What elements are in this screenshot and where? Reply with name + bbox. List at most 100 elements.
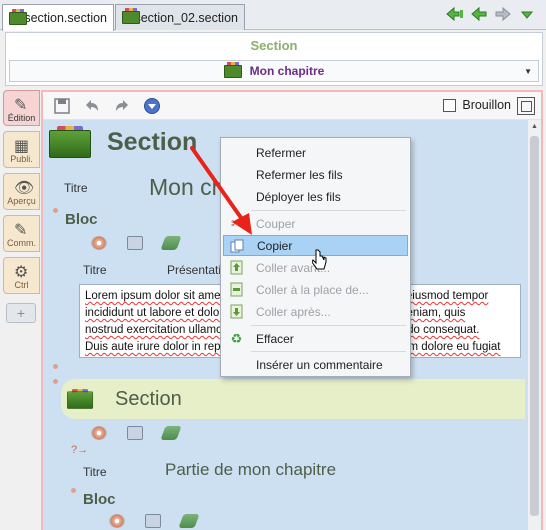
control-icon: ⚙ [14,264,29,281]
folder-icon [9,8,27,25]
back-first-icon[interactable] [446,6,464,22]
menu-item-coller-place[interactable]: Coller à la place de... [223,279,408,300]
document-header: Section Mon chapitre ▼ [5,32,543,86]
mode-sidebar: ✎ Édition ▦ Publi. 👁 Aperçu ✎ Comm. ⚙ Ct… [3,90,41,530]
vertical-scrollbar[interactable]: ▲ [527,120,541,530]
subsection-title-field[interactable]: Partie de mon chapitre [165,460,336,480]
save-icon[interactable] [53,97,71,115]
scrollbar-thumb[interactable] [530,136,539,516]
tree-bullet [53,208,58,213]
editor-toolbar: Brouillon [43,92,541,120]
block-tools [91,236,182,250]
tree-bullet [53,379,58,384]
section-folder-icon [67,389,94,409]
book-icon[interactable] [178,514,200,528]
chapter-select-value: Mon chapitre [249,64,325,78]
menu-item-label: Copier [257,238,293,253]
draft-checkbox[interactable] [443,98,457,112]
tab-bar: section.section section_02.section [0,0,546,31]
section-heading: Section [49,126,197,158]
scroll-up-icon[interactable]: ▲ [531,123,538,130]
tab-label: section.section [24,11,107,25]
scissors-icon: ✂ [231,216,242,231]
tab-section-02[interactable]: section_02.section [115,4,245,30]
subsection-heading: Section [61,379,525,419]
comment-icon: ✎ [14,222,28,239]
validate-icon[interactable] [143,97,161,115]
undo-icon[interactable] [83,97,101,115]
block-title-label: Titre [83,263,107,277]
sidebar-item-controle[interactable]: ⚙ Ctrl [3,257,40,294]
screen-icon[interactable] [145,514,161,528]
tree-bullet [53,364,58,369]
menu-item-inserer-commentaire[interactable]: Insérer un commentaire [223,354,408,375]
draft-label: Brouillon [462,98,511,112]
book-icon[interactable] [160,236,182,250]
menu-item-label: Effacer [256,331,294,346]
sidebar-item-apercu[interactable]: 👁 Aperçu [3,173,40,210]
back-icon[interactable] [470,6,488,22]
menu-item-refermer[interactable]: Refermer [223,142,408,163]
sidebar-item-commentaires[interactable]: ✎ Comm. [3,215,40,252]
history-dropdown-icon[interactable] [518,6,536,22]
forward-icon[interactable] [494,6,512,22]
subsection-heading-text: Section [115,387,182,410]
menu-item-label: Couper [256,216,296,231]
subsection-tools [91,426,182,440]
sidebar-item-publication[interactable]: ▦ Publi. [3,131,40,168]
section-folder-icon [49,126,91,158]
screen-icon[interactable] [127,426,143,440]
menu-item-label: Refermer [256,145,307,160]
folder-icon [223,61,242,78]
document-type-title: Section [250,38,298,53]
menu-item-label: Insérer un commentaire [256,357,383,372]
disk-icon[interactable] [109,514,125,528]
menu-item-label: Refermer les fils [256,167,343,182]
book-icon[interactable] [160,426,182,440]
section-heading-text: Section [107,127,198,156]
menu-item-label: Déployer les fils [256,189,341,204]
paste-after-icon [229,304,244,319]
preview-icon: 👁 [14,180,35,197]
menu-item-effacer[interactable]: ♻ Effacer [223,328,408,349]
menu-separator [251,210,406,211]
block-heading: Bloc [65,211,98,228]
tab-label: section_02.section [134,10,238,25]
tab-section[interactable]: section.section [2,4,114,31]
chevron-down-icon: ▼ [524,67,532,76]
disk-icon[interactable] [91,426,107,440]
menu-separator [251,325,406,326]
edit-icon: ✎ [14,97,28,114]
subsection-block-heading: Bloc [83,491,116,508]
maximize-icon[interactable] [517,97,535,115]
tree-bullet [71,488,76,493]
subsection-block-tools [109,514,200,528]
paste-before-icon [229,260,244,275]
menu-item-refermer-fils[interactable]: Refermer les fils [223,164,408,185]
folder-icon [122,8,140,24]
redo-icon[interactable] [113,97,131,115]
app-window: section.section section_02.section Secti… [0,0,546,530]
subsection-title-label: Titre [83,465,107,479]
paste-replace-icon [229,282,244,297]
menu-item-label: Coller à la place de... [256,282,369,297]
mouse-cursor-icon [312,249,327,270]
menu-item-coller-apres[interactable]: Coller après... [223,301,408,322]
link-arrow-icon[interactable]: ?→ [71,444,88,456]
plus-icon: + [16,305,26,321]
sidebar-item-edition[interactable]: ✎ Édition [3,90,40,126]
menu-item-couper[interactable]: ✂ Couper [223,213,408,234]
add-mode-button[interactable]: + [6,303,36,323]
navigation-arrows [446,6,536,22]
menu-separator [251,351,406,352]
publish-icon: ▦ [14,138,30,155]
draft-toggle[interactable]: Brouillon [443,98,511,112]
chapter-select[interactable]: Mon chapitre ▼ [9,60,539,82]
refresh-icon: ♻ [230,331,243,346]
disk-icon[interactable] [91,236,107,250]
screen-icon[interactable] [127,236,143,250]
copy-icon [230,239,245,254]
menu-item-label: Coller après... [256,304,331,319]
menu-item-deployer-fils[interactable]: Déployer les fils [223,186,408,207]
title-label: Titre [64,181,88,195]
